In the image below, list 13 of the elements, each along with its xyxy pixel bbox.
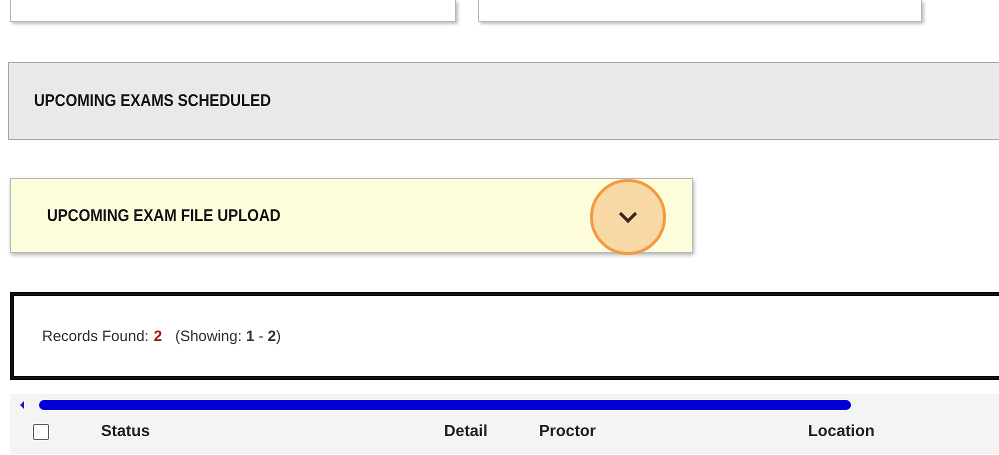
column-header[interactable]: Location <box>808 423 875 441</box>
chevron-icon <box>617 210 639 224</box>
column-header[interactable]: Proctor <box>539 423 808 441</box>
section-header[interactable]: UPCOMING EXAM FILE UPLOAD <box>10 178 693 253</box>
section-header[interactable]: UPCOMING EXAMS SCHEDULED <box>8 62 999 140</box>
showing-range: (Showing: 1 - 2) <box>175 328 281 344</box>
records-count: 2 <box>154 328 162 344</box>
section-title: UPCOMING EXAM FILE UPLOAD <box>47 206 281 226</box>
column-header[interactable]: Status <box>101 423 444 441</box>
column-header[interactable]: Detail <box>444 423 539 441</box>
checkbox[interactable] <box>33 424 49 440</box>
section-title: UPCOMING EXAMS SCHEDULED <box>34 91 271 111</box>
records-label: Records Found: <box>42 328 149 344</box>
